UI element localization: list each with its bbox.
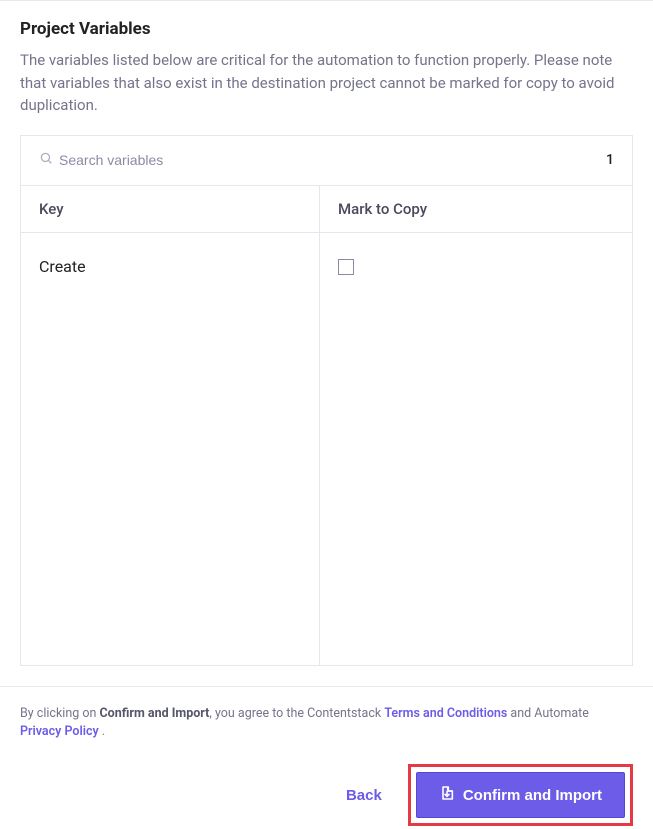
privacy-link[interactable]: Privacy Policy: [20, 724, 99, 739]
import-icon: [439, 785, 455, 805]
column-header-key: Key: [21, 186, 319, 232]
result-count: 1: [606, 152, 614, 168]
agree-bold: Confirm and Import: [100, 706, 210, 721]
confirm-and-import-button[interactable]: Confirm and Import: [416, 772, 625, 818]
table-header: Key Mark to Copy: [21, 186, 632, 233]
confirm-highlight: Confirm and Import: [408, 764, 633, 826]
button-row: Back Confirm and Import: [20, 764, 633, 826]
table-cell-mark: [319, 233, 632, 665]
confirm-button-label: Confirm and Import: [463, 787, 602, 804]
column-header-mark: Mark to Copy: [319, 186, 632, 232]
agree-and: and Automate: [507, 706, 589, 721]
search-row: 1: [21, 136, 632, 186]
search-icon: [39, 151, 53, 169]
terms-link[interactable]: Terms and Conditions: [384, 706, 507, 721]
page-description: The variables listed below are critical …: [20, 49, 633, 117]
search-input[interactable]: [59, 152, 259, 168]
agreement-text: By clicking on Confirm and Import, you a…: [20, 705, 633, 743]
back-button[interactable]: Back: [342, 777, 386, 814]
agree-prefix: By clicking on: [20, 706, 100, 721]
agree-mid: , you agree to the Contentstack: [209, 706, 384, 721]
variables-table: 1 Key Mark to Copy Create: [20, 135, 633, 666]
footer: By clicking on Confirm and Import, you a…: [0, 686, 653, 827]
mark-to-copy-checkbox[interactable]: [338, 259, 354, 275]
agree-suffix: .: [99, 724, 105, 739]
table-body: Create: [21, 233, 632, 665]
table-cell-key: Create: [21, 233, 319, 665]
page-title: Project Variables: [20, 19, 633, 39]
